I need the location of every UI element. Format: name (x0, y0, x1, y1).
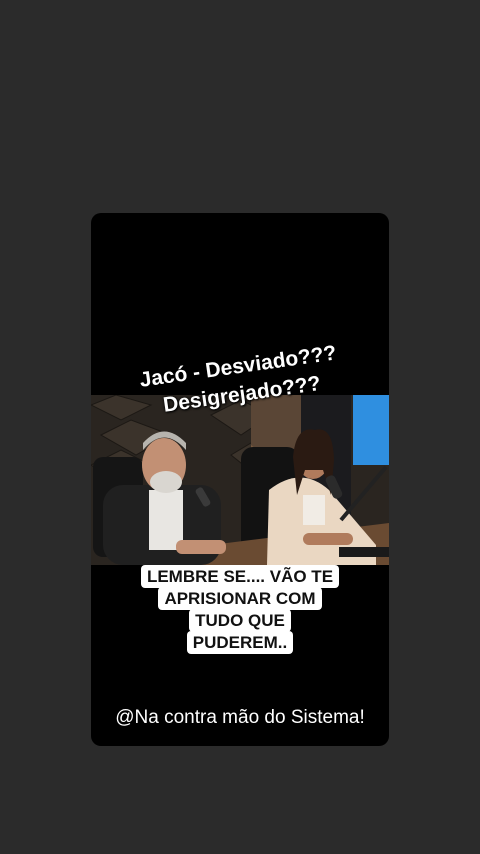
caption-line: LEMBRE SE.... VÃO TE (140, 565, 340, 588)
caption-box: LEMBRE SE.... VÃO TE APRISIONAR COM TUDO… (91, 565, 389, 654)
caption-line: TUDO QUE (189, 609, 291, 632)
channel-watermark: @Na contra mão do Sistema! (115, 707, 365, 728)
caption-line: APRISIONAR COM (158, 587, 322, 610)
story-card[interactable]: Jacó - Desviado??? Desigrejado??? LEMBRE… (91, 213, 389, 746)
caption-line: PUDEREM.. (186, 631, 294, 654)
